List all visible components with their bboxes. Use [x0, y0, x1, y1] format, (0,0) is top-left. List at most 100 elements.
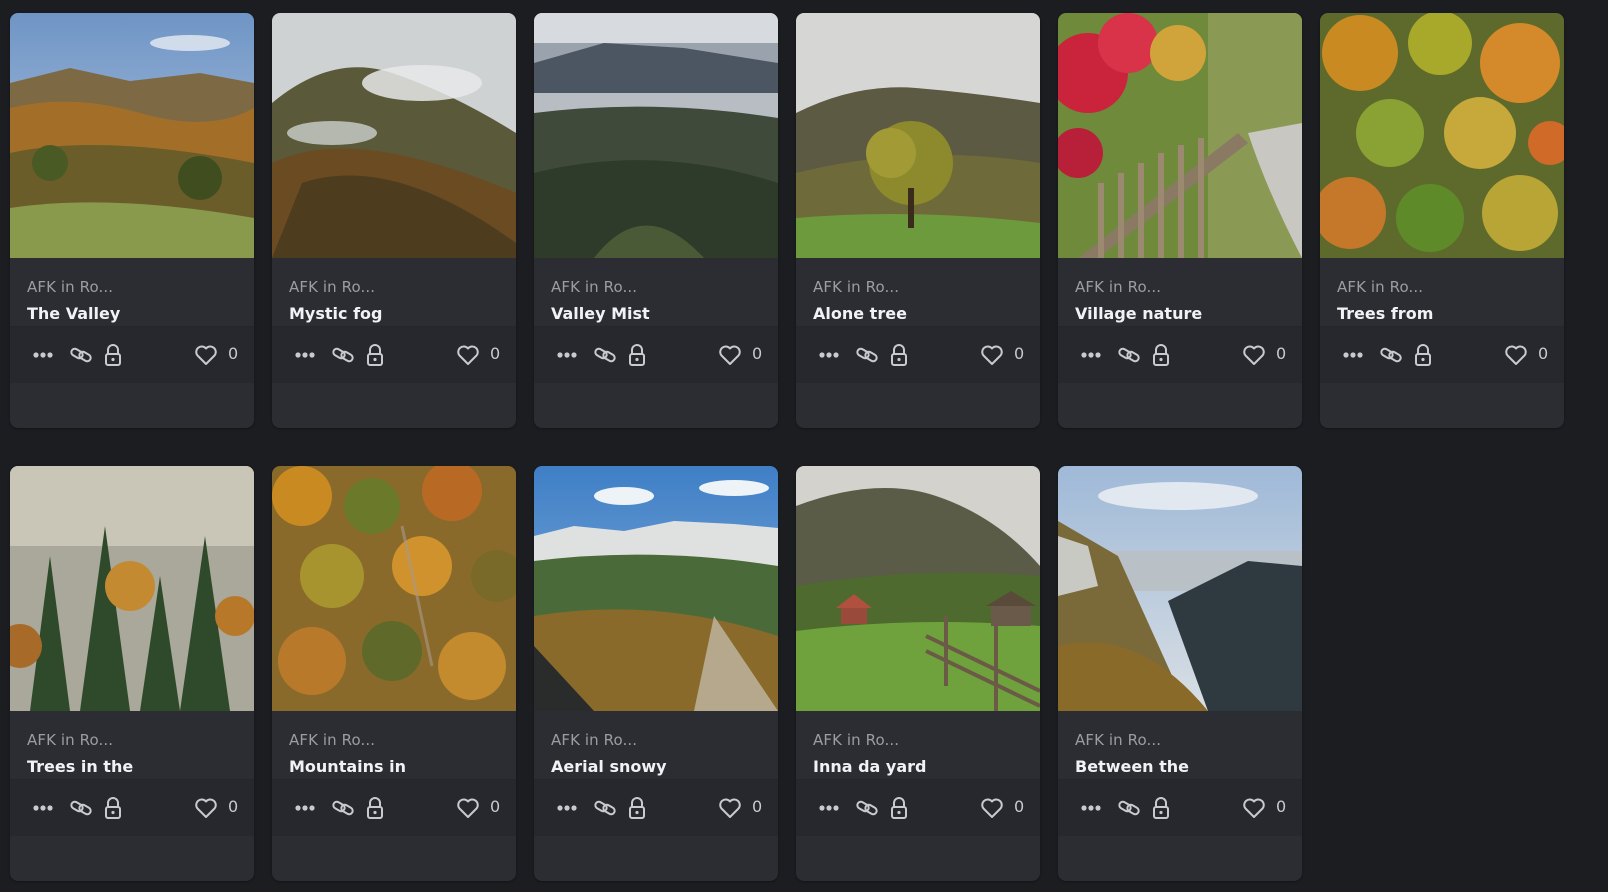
lock-icon[interactable] — [100, 342, 126, 368]
card-footer: 0 — [10, 779, 254, 836]
like-count: 0 — [490, 344, 501, 363]
lone-tree-meadow-photo — [796, 13, 1040, 258]
more-dots-icon[interactable] — [292, 342, 318, 368]
photo-title[interactable]: Alone tree — [813, 301, 943, 326]
card-thumbnail[interactable] — [10, 466, 254, 711]
link-icon[interactable] — [1378, 342, 1404, 368]
collection-name[interactable]: AFK in Ro... — [27, 278, 113, 296]
collection-name[interactable]: AFK in Ro... — [1075, 278, 1161, 296]
heart-icon[interactable] — [717, 342, 743, 368]
heart-icon[interactable] — [193, 795, 219, 821]
card-footer: 0 — [534, 779, 778, 836]
more-dots-icon[interactable] — [30, 795, 56, 821]
photo-card[interactable]: AFK in Ro... Valley Mist 0 — [534, 13, 778, 428]
collection-name[interactable]: AFK in Ro... — [813, 278, 899, 296]
photo-card[interactable]: AFK in Ro... Village nature 0 — [1058, 13, 1302, 428]
collection-name[interactable]: AFK in Ro... — [27, 731, 113, 749]
photo-title[interactable]: Mystic fog — [289, 301, 419, 326]
photo-card[interactable]: AFK in Ro... Between the mountains 0 — [1058, 466, 1302, 881]
card-thumbnail[interactable] — [1058, 466, 1302, 711]
more-dots-icon[interactable] — [1340, 342, 1366, 368]
link-icon[interactable] — [330, 342, 356, 368]
card-footer: 0 — [796, 779, 1040, 836]
lock-icon[interactable] — [624, 342, 650, 368]
collection-name[interactable]: AFK in Ro... — [1075, 731, 1161, 749]
photo-title[interactable]: The Valley — [27, 301, 157, 326]
card-thumbnail[interactable] — [272, 466, 516, 711]
photo-card[interactable]: AFK in Ro... The Valley 0 — [10, 13, 254, 428]
card-footer: 0 — [10, 326, 254, 383]
heart-icon[interactable] — [1503, 342, 1529, 368]
link-icon[interactable] — [330, 795, 356, 821]
heart-icon[interactable] — [979, 342, 1005, 368]
collection-name[interactable]: AFK in Ro... — [551, 731, 637, 749]
more-dots-icon[interactable] — [816, 342, 842, 368]
heart-icon[interactable] — [717, 795, 743, 821]
collection-name[interactable]: AFK in Ro... — [1337, 278, 1423, 296]
lock-icon[interactable] — [1148, 795, 1174, 821]
foggy-pine-forest-photo — [10, 466, 254, 711]
collection-name[interactable]: AFK in Ro... — [813, 731, 899, 749]
more-dots-icon[interactable] — [554, 795, 580, 821]
red-leaves-fence-path-photo — [1058, 13, 1302, 258]
card-thumbnail[interactable] — [272, 13, 516, 258]
like-count: 0 — [1276, 797, 1287, 816]
heart-icon[interactable] — [193, 342, 219, 368]
foggy-forest-slope-photo — [272, 13, 516, 258]
like-count: 0 — [1276, 344, 1287, 363]
card-thumbnail[interactable] — [534, 466, 778, 711]
link-icon[interactable] — [592, 342, 618, 368]
more-dots-icon[interactable] — [1078, 795, 1104, 821]
card-thumbnail[interactable] — [1058, 13, 1302, 258]
photo-card[interactable]: AFK in Ro... Alone tree 0 — [796, 13, 1040, 428]
card-thumbnail[interactable] — [796, 466, 1040, 711]
lock-icon[interactable] — [624, 795, 650, 821]
photo-card[interactable]: AFK in Ro... Inna da yard 0 — [796, 466, 1040, 881]
card-thumbnail[interactable] — [1320, 13, 1564, 258]
link-icon[interactable] — [1116, 795, 1142, 821]
more-dots-icon[interactable] — [1078, 342, 1104, 368]
lock-icon[interactable] — [886, 795, 912, 821]
link-icon[interactable] — [68, 795, 94, 821]
card-thumbnail[interactable] — [534, 13, 778, 258]
heart-icon[interactable] — [1241, 795, 1267, 821]
lock-icon[interactable] — [362, 342, 388, 368]
card-footer: 0 — [272, 779, 516, 836]
link-icon[interactable] — [854, 342, 880, 368]
photo-card[interactable]: AFK in Ro... Trees from above 0 — [1320, 13, 1564, 428]
photo-card[interactable]: AFK in Ro... Trees in the fog 0 — [10, 466, 254, 881]
photo-card[interactable]: AFK in Ro... Mountains in autumn fro... … — [272, 466, 516, 881]
lock-icon[interactable] — [1410, 342, 1436, 368]
card-info: AFK in Ro... Inna da yard 0 — [796, 711, 1040, 836]
collection-name[interactable]: AFK in Ro... — [289, 731, 375, 749]
link-icon[interactable] — [854, 795, 880, 821]
heart-icon[interactable] — [979, 795, 1005, 821]
card-info: AFK in Ro... Mystic fog 0 — [272, 258, 516, 383]
card-footer: 0 — [1058, 779, 1302, 836]
link-icon[interactable] — [592, 795, 618, 821]
collection-name[interactable]: AFK in Ro... — [551, 278, 637, 296]
snowy-ridge-aerial-photo — [534, 466, 778, 711]
more-dots-icon[interactable] — [816, 795, 842, 821]
lock-icon[interactable] — [886, 342, 912, 368]
card-info: AFK in Ro... Trees in the fog 0 — [10, 711, 254, 836]
lock-icon[interactable] — [100, 795, 126, 821]
link-icon[interactable] — [68, 342, 94, 368]
heart-icon[interactable] — [455, 342, 481, 368]
photo-card[interactable]: AFK in Ro... Aerial snowy mountains... 0 — [534, 466, 778, 881]
collection-name[interactable]: AFK in Ro... — [289, 278, 375, 296]
more-dots-icon[interactable] — [30, 342, 56, 368]
heart-icon[interactable] — [1241, 342, 1267, 368]
photo-title[interactable]: Valley Mist — [551, 301, 681, 326]
more-dots-icon[interactable] — [554, 342, 580, 368]
more-dots-icon[interactable] — [292, 795, 318, 821]
heart-icon[interactable] — [455, 795, 481, 821]
photo-title[interactable]: Village nature — [1075, 301, 1205, 326]
photo-title[interactable]: Inna da yard — [813, 754, 943, 779]
card-thumbnail[interactable] — [10, 13, 254, 258]
lock-icon[interactable] — [362, 795, 388, 821]
link-icon[interactable] — [1116, 342, 1142, 368]
card-thumbnail[interactable] — [796, 13, 1040, 258]
lock-icon[interactable] — [1148, 342, 1174, 368]
photo-card[interactable]: AFK in Ro... Mystic fog 0 — [272, 13, 516, 428]
